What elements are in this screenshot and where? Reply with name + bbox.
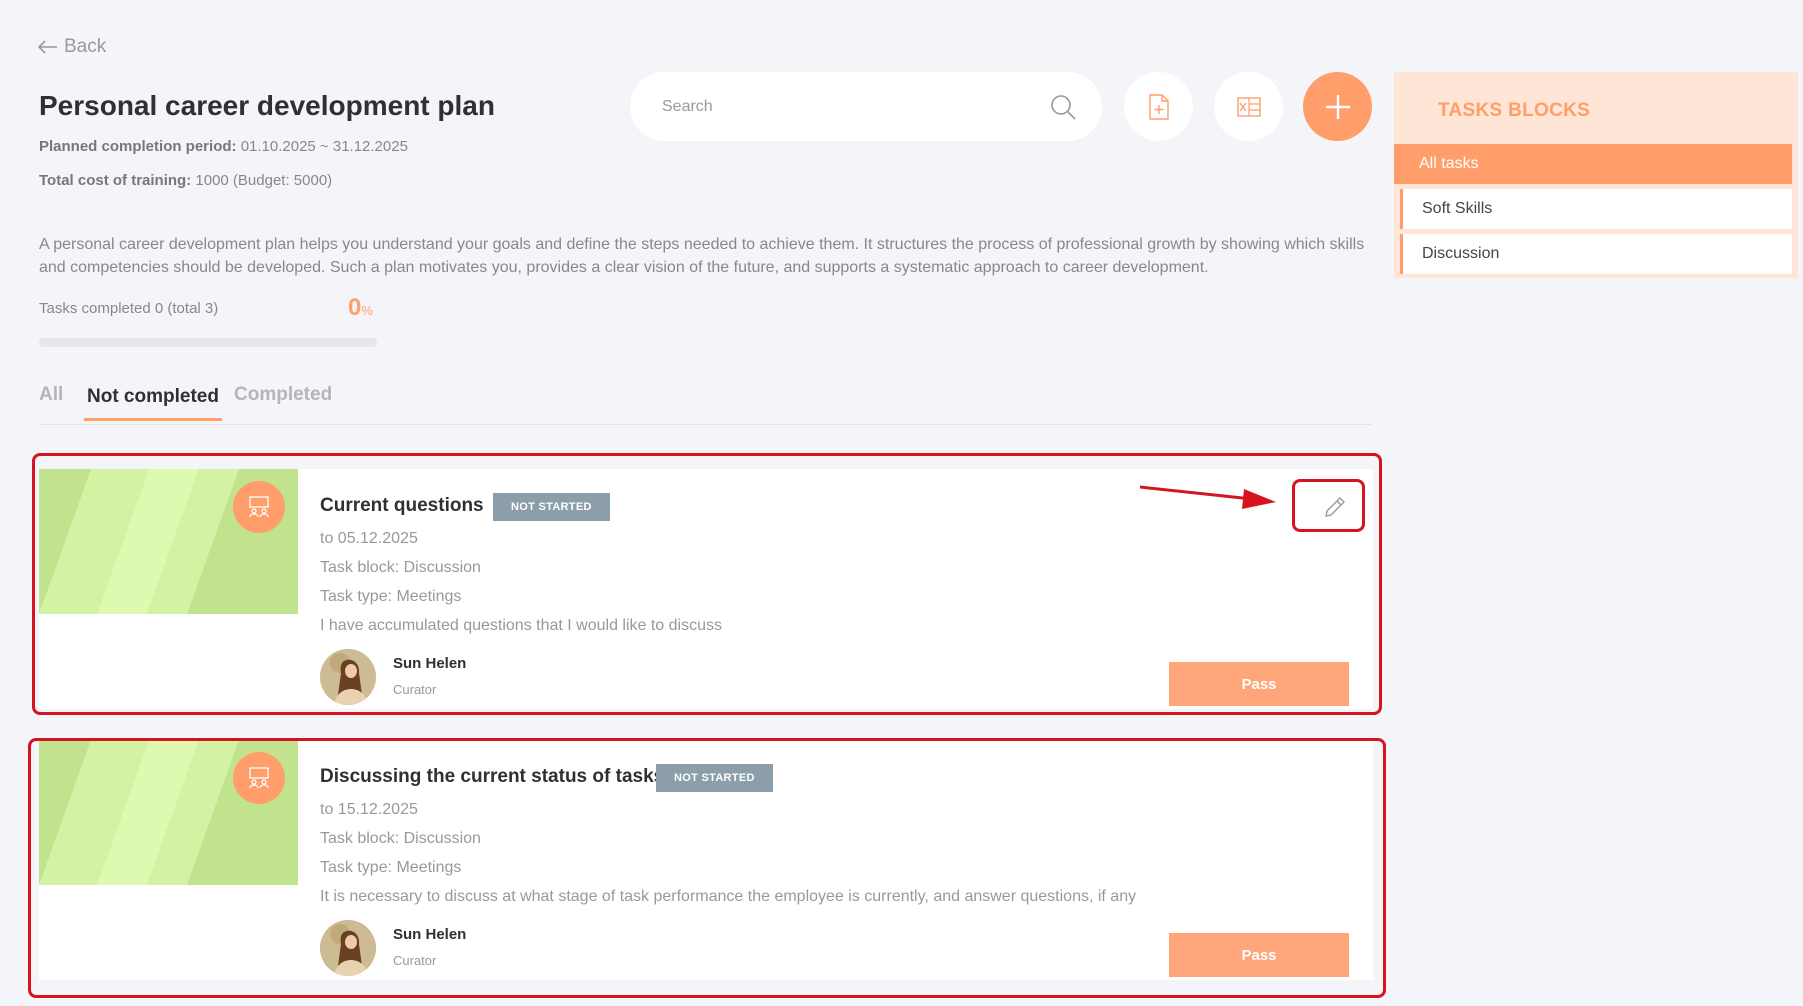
annotation-arrow	[1140, 485, 1276, 509]
sidebar-item-soft-skills[interactable]: Soft Skills	[1400, 189, 1792, 229]
planned-period-value: 01.10.2025 ~ 31.12.2025	[240, 138, 408, 155]
progress-percent-value: 0	[348, 294, 362, 321]
pass-button[interactable]: Pass	[1169, 933, 1349, 977]
status-tabs: All Not completed Completed	[39, 380, 1372, 425]
arrow-left-icon	[38, 40, 57, 54]
task-block: Task block: Discussion	[320, 559, 481, 576]
task-description: I have accumulated questions that I woul…	[320, 617, 722, 634]
total-cost-label: Total cost of training:	[39, 172, 192, 189]
task-type: Task type: Meetings	[320, 588, 462, 605]
progress-percent-unit: %	[361, 303, 373, 318]
sidebar-item-all-tasks[interactable]: All tasks	[1394, 144, 1792, 184]
tasks-completed-label: Tasks completed 0 (total 3)	[39, 300, 219, 317]
excel-icon	[1236, 96, 1261, 117]
total-cost: Total cost of training: 1000 (Budget: 50…	[39, 172, 332, 189]
status-badge: NOT STARTED	[656, 764, 773, 792]
tab-all[interactable]: All	[39, 384, 63, 416]
task-thumbnail	[39, 469, 298, 614]
search-box	[630, 72, 1102, 141]
pass-button[interactable]: Pass	[1169, 662, 1349, 706]
tab-completed[interactable]: Completed	[234, 384, 332, 416]
plan-description: A personal career development plan helps…	[39, 236, 1365, 276]
tab-not-completed[interactable]: Not completed	[84, 386, 222, 421]
task-title[interactable]: Discussing the current status of tasks	[320, 766, 664, 788]
curator-role: Curator	[393, 953, 437, 968]
meeting-icon	[249, 496, 269, 518]
task-description: It is necessary to discuss at what stage…	[320, 888, 1137, 905]
task-title[interactable]: Current questions	[320, 495, 484, 517]
search-icon[interactable]	[1050, 94, 1076, 120]
total-cost-value: 1000 (Budget: 5000)	[195, 172, 333, 189]
avatar	[320, 920, 376, 976]
add-task-button[interactable]	[1303, 72, 1372, 141]
back-link[interactable]: Back	[38, 36, 106, 58]
task-thumbnail	[39, 740, 298, 885]
add-document-button[interactable]	[1124, 72, 1193, 141]
planned-period: Planned completion period: 01.10.2025 ~ …	[39, 138, 408, 155]
meeting-icon-badge	[233, 481, 285, 533]
progress-percent: 0%	[348, 294, 373, 322]
avatar	[320, 649, 376, 705]
planned-period-label: Planned completion period:	[39, 138, 237, 155]
back-label: Back	[64, 36, 107, 57]
task-type: Task type: Meetings	[320, 859, 462, 876]
task-blocks-sidebar: TASKS BLOCKS All tasks Soft Skills Discu…	[1394, 72, 1798, 278]
sidebar-item-discussion[interactable]: Discussion	[1400, 234, 1792, 274]
pencil-icon	[1325, 497, 1345, 517]
plus-icon	[1325, 94, 1350, 119]
task-card[interactable]: Discussing the current status of tasks N…	[39, 740, 1373, 980]
meeting-icon	[249, 767, 269, 789]
edit-button[interactable]	[1305, 485, 1365, 529]
export-excel-button[interactable]	[1214, 72, 1283, 141]
add-document-icon	[1148, 93, 1169, 120]
progress-bar	[39, 338, 377, 347]
search-input[interactable]	[662, 97, 1050, 116]
task-due-date: to 15.12.2025	[320, 801, 418, 818]
curator-name: Sun Helen	[393, 655, 467, 672]
page-title: Personal career development plan	[39, 90, 495, 121]
task-due-date: to 05.12.2025	[320, 530, 418, 547]
meeting-icon-badge	[233, 752, 285, 804]
curator-role: Curator	[393, 682, 437, 697]
sidebar-title: TASKS BLOCKS	[1438, 100, 1591, 121]
curator-name: Sun Helen	[393, 926, 467, 943]
task-block: Task block: Discussion	[320, 830, 481, 847]
status-badge: NOT STARTED	[493, 493, 610, 521]
